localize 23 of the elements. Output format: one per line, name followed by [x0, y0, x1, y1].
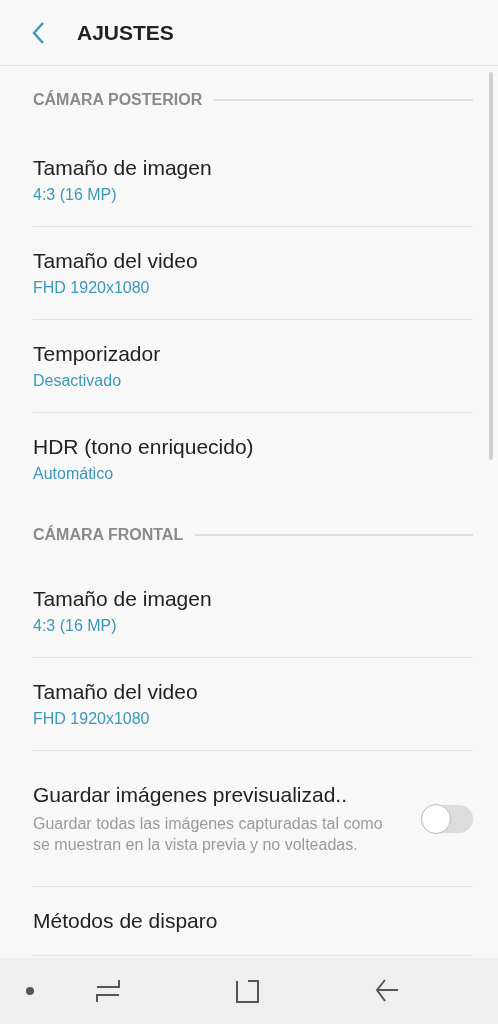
- setting-value: FHD 1920x1080: [33, 278, 151, 299]
- section-header: CÁMARA FRONTAL: [33, 524, 184, 545]
- setting-title: HDR (tono enriquecido): [33, 433, 255, 460]
- setting-value: Automático: [33, 464, 115, 485]
- section-header: CÁMARA POSTERIOR: [33, 89, 203, 110]
- setting-title: Tamaño de imagen: [33, 154, 213, 181]
- setting-title: Tamaño del video: [33, 247, 199, 274]
- setting-title: Tamaño de imagen: [33, 585, 213, 612]
- setting-description: Guardar todas las imágenes capturadas tal como se muestran en la vista previa y no volteadas.: [33, 813, 384, 855]
- setting-title: Tamaño del video: [33, 678, 199, 705]
- page-title: AJUSTES: [77, 19, 174, 46]
- back-icon[interactable]: [31, 20, 45, 45]
- setting-value: 4:3 (16 MP): [33, 616, 118, 637]
- back-arrow-icon[interactable]: [375, 979, 399, 1003]
- toggle-switch[interactable]: [421, 804, 473, 833]
- setting-title: Guardar imágenes previsualizad..: [33, 782, 348, 809]
- setting-value: 4:3 (16 MP): [33, 185, 118, 206]
- home-icon[interactable]: [236, 979, 260, 1003]
- setting-title: Temporizador: [33, 340, 162, 367]
- setting-title: Métodos de disparo: [33, 907, 218, 934]
- setting-value: FHD 1920x1080: [33, 709, 151, 730]
- setting-value: Desactivado: [33, 371, 123, 392]
- recent-apps-icon[interactable]: [96, 979, 120, 1003]
